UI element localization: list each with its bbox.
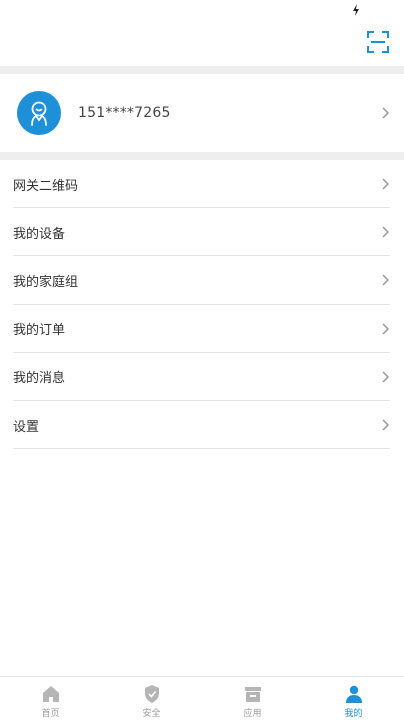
tab-label: 安全 [142,709,161,719]
phone-number: 151****7265 [78,105,171,121]
home-icon [42,686,59,702]
bottom-tab-bar: 首页 安全 应用 我的 [0,676,404,720]
chevron-right-icon [382,323,390,335]
chevron-right-icon [382,419,390,431]
profile-row[interactable]: 151****7265 [0,74,404,152]
tab-apps[interactable]: 应用 [202,677,303,720]
menu-item-label: 设置 [13,419,40,435]
chevron-right-icon [382,274,390,286]
tab-label: 应用 [243,709,262,719]
apps-icon [244,687,261,702]
menu-item-label: 我的订单 [13,323,66,339]
menu-item-gateway-qr[interactable]: 网关二维码 [0,160,404,209]
menu-item-label: 网关二维码 [13,178,79,194]
section-divider [0,152,404,160]
section-divider [0,66,404,74]
scan-icon[interactable] [366,30,390,54]
menu-item-label: 我的设备 [13,226,66,242]
menu-item-label: 我的家庭组 [13,274,79,290]
menu-item-my-orders[interactable]: 我的订单 [0,305,404,353]
person-icon [345,685,362,703]
menu-item-my-family-group[interactable]: 我的家庭组 [0,256,404,305]
menu-item-settings[interactable]: 设置 [0,401,404,450]
chevron-right-icon [382,226,390,238]
menu-item-my-messages[interactable]: 我的消息 [0,353,404,402]
menu-list: 网关二维码 我的设备 我的家庭组 我的订单 我的消息 设置 [0,160,404,450]
tab-label: 我的 [344,709,363,719]
tab-home[interactable]: 首页 [0,677,101,720]
status-bar [0,0,404,22]
top-bar [0,22,404,66]
chevron-right-icon [382,371,390,383]
shield-icon [144,685,159,703]
menu-item-my-devices[interactable]: 我的设备 [0,208,404,257]
avatar [17,91,61,135]
menu-item-label: 我的消息 [13,371,66,387]
tab-security[interactable]: 安全 [101,677,202,720]
tab-label: 首页 [41,709,60,719]
charging-icon [353,4,359,16]
chevron-right-icon [382,178,390,190]
user-avatar-icon [31,101,47,126]
tab-mine[interactable]: 我的 [303,677,404,720]
chevron-right-icon [382,107,390,119]
